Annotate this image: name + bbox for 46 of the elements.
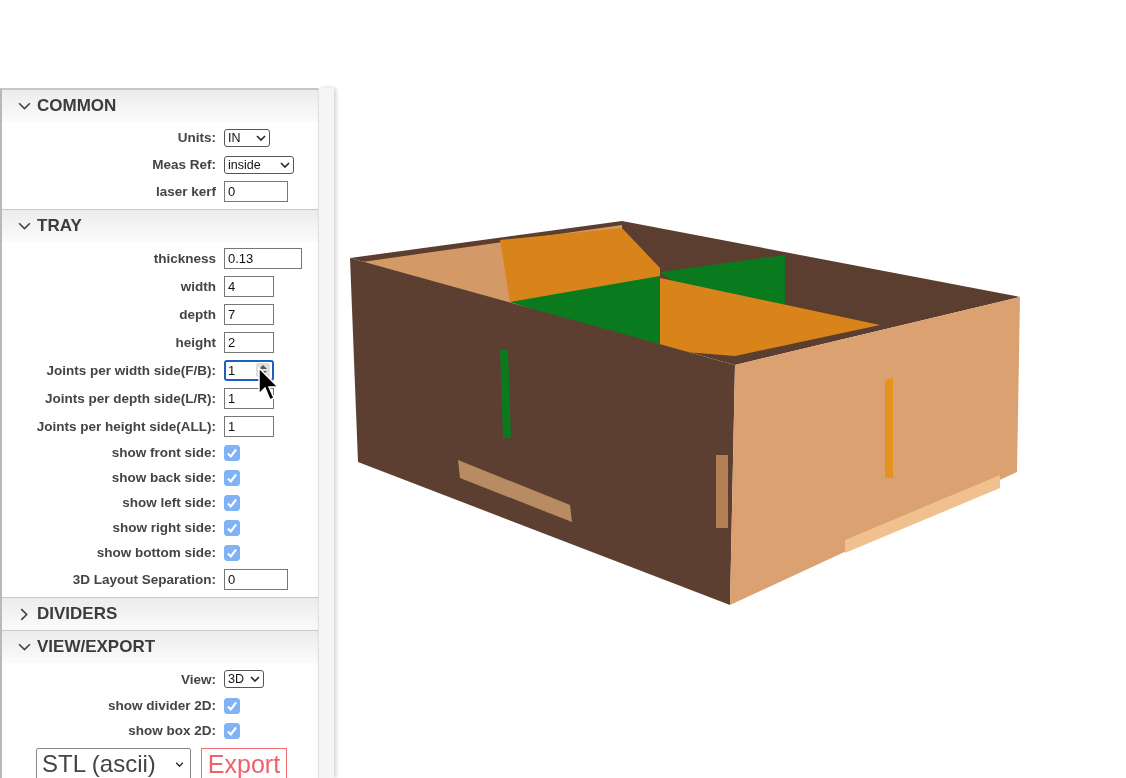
field-label: Units: [176,130,216,145]
dropdown[interactable]: 3D [224,670,264,688]
checkbox[interactable] [224,469,240,486]
field-label: show divider 2D: [106,698,216,713]
field-label: show right side: [111,520,216,535]
checkbox[interactable] [224,444,240,461]
checkbox[interactable] [224,722,240,739]
dropdown[interactable]: inside [224,155,294,174]
field-label: show back side: [110,470,216,485]
section-header[interactable]: COMMON [2,90,318,122]
field-label: Joints per height side(ALL): [35,418,216,434]
field-label: depth [178,306,216,322]
section-header[interactable]: DIVIDERS [2,598,318,630]
field-label: show bottom side: [95,545,216,560]
input-field[interactable]: 1 [224,415,274,437]
dropdown[interactable]: IN [224,128,270,147]
field-label: show box 2D: [127,723,216,738]
field-label: View: [180,671,216,687]
field-label: Joints per width side(F/B): [45,362,216,378]
input-field[interactable]: 0.13 [224,247,302,269]
input-field[interactable]: 0 [224,181,288,202]
input-field[interactable]: 4 [224,275,274,297]
field-label: width [179,278,216,294]
field-label: Meas Ref: [151,157,216,172]
field-label: show left side: [121,495,216,510]
input-field[interactable]: 0 [224,568,288,590]
field-label: show front side: [110,445,216,460]
section-header[interactable]: VIEW/EXPORT [2,631,318,663]
input-field[interactable]: 2 [224,331,274,353]
checkbox[interactable] [224,697,240,714]
field-label: height [174,334,216,350]
field-label: laser kerf [154,184,216,199]
input-field[interactable]: 7 [224,303,274,325]
caret-icon [175,761,184,767]
checkbox[interactable] [224,544,240,561]
caret-icon [250,676,260,682]
field-label: Joints per depth side(L/R): [44,390,216,406]
caret-icon [280,161,290,168]
caret-icon [256,134,266,141]
field-label: thickness [152,250,216,266]
section-header[interactable]: TRAY [2,210,318,242]
chevron-right-icon [18,607,31,621]
checkbox[interactable] [224,494,240,511]
checkbox[interactable] [224,519,240,536]
format-select[interactable]: STL (ascii) [36,748,191,778]
field-label: 3D Layout Separation: [71,571,216,587]
